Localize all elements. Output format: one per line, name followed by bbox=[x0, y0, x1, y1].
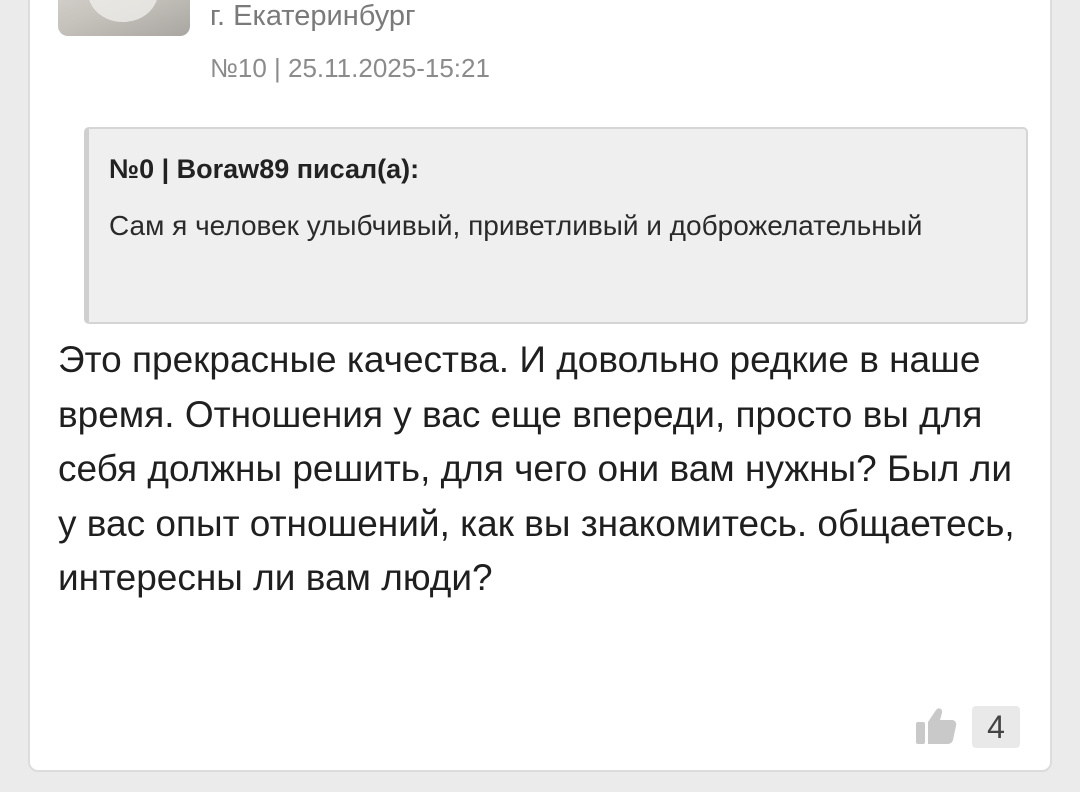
thumbs-up-icon bbox=[916, 708, 957, 744]
quote-header: №0 | Boraw89 писал(а): bbox=[109, 154, 420, 184]
avatar-image bbox=[88, 0, 158, 22]
author-city: г. Екатеринбург bbox=[210, 0, 416, 32]
post-body: Это прекрасные качества. И довольно редк… bbox=[58, 339, 1015, 598]
like-count: 4 bbox=[972, 706, 1020, 748]
post-meta[interactable]: №10 | 25.11.2025-15:21 bbox=[210, 55, 490, 81]
comment-card: г. Екатеринбург №10 | 25.11.2025-15:21 №… bbox=[28, 0, 1052, 772]
like-button[interactable] bbox=[914, 704, 958, 748]
avatar[interactable] bbox=[58, 0, 190, 36]
quote-block: №0 | Boraw89 писал(а): Сам я человек улы… bbox=[84, 127, 1028, 324]
quote-text: Сам я человек улыбчивый, приветливый и д… bbox=[109, 210, 923, 242]
